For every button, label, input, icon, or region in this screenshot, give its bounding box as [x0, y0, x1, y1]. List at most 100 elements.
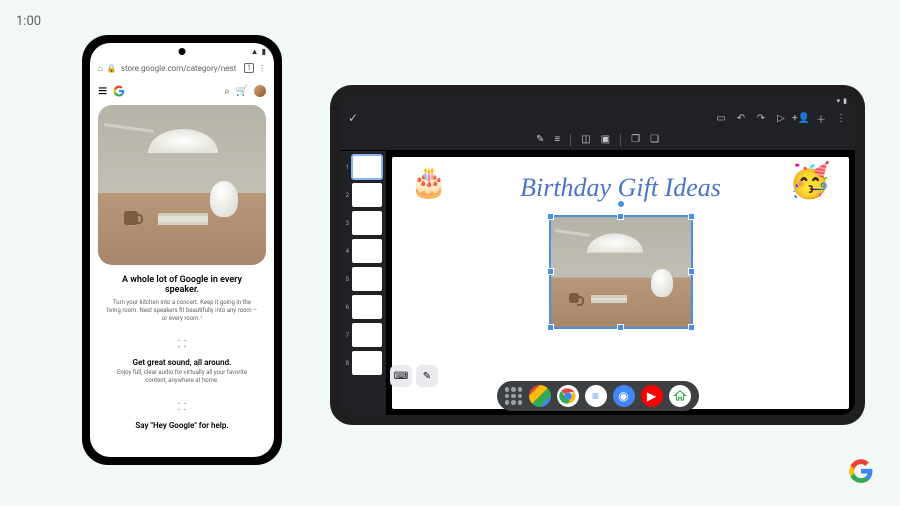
toolbar-separator — [620, 134, 621, 146]
rotate-handle[interactable] — [618, 201, 624, 207]
google-logo-icon — [113, 85, 125, 97]
taskbar-app-youtube[interactable]: ▶ — [641, 385, 663, 407]
slide-thumbnail[interactable]: 6 — [344, 295, 382, 319]
product-subheading-1: Get great sound, all around. — [133, 356, 232, 369]
presentation-clock: 1:00 — [16, 14, 41, 29]
resize-handle-se[interactable] — [688, 324, 695, 331]
app-drawer-icon[interactable] — [505, 387, 523, 405]
product-paragraph-1: Turn your kitchen into a concert. Keep i… — [98, 299, 266, 330]
wifi-icon: ▾ — [837, 97, 841, 105]
taskbar-app-camera[interactable]: ◉ — [613, 385, 635, 407]
home-icon[interactable]: ⌂ — [98, 64, 103, 73]
slides-edit-toolbar: ✎ ≡ ◫ ▣ ❐ ❏ — [340, 129, 855, 151]
cart-icon[interactable]: 🛒 — [236, 86, 248, 97]
cast-icon[interactable]: ▭ — [715, 113, 727, 124]
slide-thumbnail-number: 7 — [344, 332, 349, 339]
slide-thumbnail[interactable]: 3 — [344, 211, 382, 235]
phone-device-frame: ▲ ▮ ⌂ 🔒 store.google.com/category/nest 1… — [82, 35, 282, 465]
undo-icon[interactable]: ↶ — [735, 113, 747, 124]
crop-icon[interactable]: ◫ — [581, 134, 590, 145]
resize-handle-w[interactable] — [547, 268, 554, 275]
resize-handle-ne[interactable] — [688, 213, 695, 220]
divider-icon: ⸬ — [178, 336, 186, 350]
phone-camera-punchhole — [179, 48, 186, 55]
url-text: store.google.com/category/nest — [121, 64, 240, 73]
slide-thumbnail-preview[interactable] — [352, 295, 382, 319]
product-subheading-2: Say "Hey Google" for help. — [135, 419, 228, 432]
slide-thumbnail-number: 5 — [344, 276, 349, 283]
present-icon[interactable]: ▷ — [775, 113, 787, 124]
store-menu-icon[interactable]: ≡ — [98, 81, 107, 101]
product-paragraph-2: Enjoy full, clear audio for virtually al… — [98, 369, 266, 393]
slide-thumbnail[interactable]: 5 — [344, 267, 382, 291]
slide-thumbnail[interactable]: 8 — [344, 351, 382, 375]
taskbar-app-chrome[interactable] — [557, 385, 579, 407]
slide-thumbnail-preview[interactable] — [352, 183, 382, 207]
slide-thumbnail-number: 2 — [344, 192, 349, 199]
slides-app-bar: ✓ ▭ ↶ ↷ ▷ +👤 ＋ ⋮ — [340, 107, 855, 129]
taskbar-app-gmail[interactable] — [529, 385, 551, 407]
slide-title-text[interactable]: Birthday Gift Ideas — [392, 173, 849, 203]
signal-icon: ▮ — [262, 47, 266, 56]
lock-icon: 🔒 — [107, 64, 117, 73]
slide-thumbnail-preview[interactable] — [352, 267, 382, 291]
slide-thumbnail[interactable]: 7 — [344, 323, 382, 347]
resize-handle-nw[interactable] — [547, 213, 554, 220]
slide-thumbnail[interactable]: 1 — [344, 155, 382, 179]
store-page-content: A whole lot of Google in every speaker. … — [90, 105, 274, 457]
browser-menu-icon[interactable]: ⋮ — [258, 64, 266, 73]
slide-thumbnail-number: 8 — [344, 360, 349, 367]
edit-pencil-icon[interactable]: ✎ — [536, 134, 544, 145]
google-logo-watermark — [848, 458, 874, 484]
product-heading: A whole lot of Google in every speaker. — [98, 275, 266, 299]
browser-address-bar[interactable]: ⌂ 🔒 store.google.com/category/nest 1 ⋮ — [90, 59, 274, 77]
tablet-device-frame: ▾ ▮ ✓ ▭ ↶ ↷ ▷ +👤 ＋ ⋮ ✎ ≡ ◫ ▣ ❐ ❏ — [330, 85, 865, 425]
slide-thumbnail[interactable]: 2 — [344, 183, 382, 207]
redo-icon[interactable]: ↷ — [755, 113, 767, 124]
slide-thumbnail[interactable]: 4 — [344, 239, 382, 263]
image-icon[interactable]: ▣ — [601, 134, 610, 145]
product-hero-image — [98, 105, 266, 265]
divider-icon: ⸬ — [178, 399, 186, 413]
tablet-taskbar: ≡ ◉ ▶ — [497, 381, 699, 411]
slide-thumbnail-preview[interactable] — [352, 211, 382, 235]
done-check-icon[interactable]: ✓ — [348, 111, 358, 125]
slide-thumbnail-preview[interactable] — [352, 239, 382, 263]
tabs-button[interactable]: 1 — [244, 63, 254, 73]
layers-icon[interactable]: ❏ — [650, 134, 659, 145]
add-icon[interactable]: ＋ — [815, 111, 827, 126]
tablet-status-bar: ▾ ▮ — [340, 95, 855, 107]
resize-handle-e[interactable] — [688, 268, 695, 275]
tablet-screen: ▾ ▮ ✓ ▭ ↶ ↷ ▷ +👤 ＋ ⋮ ✎ ≡ ◫ ▣ ❐ ❏ — [340, 95, 855, 415]
slide-thumbnail-rail[interactable]: 1 2 3 4 5 6 7 8 — [340, 151, 386, 415]
resize-handle-n[interactable] — [617, 213, 624, 220]
copy-icon[interactable]: ❐ — [631, 134, 640, 145]
resize-handle-sw[interactable] — [547, 324, 554, 331]
battery-icon: ▮ — [843, 97, 847, 105]
list-icon[interactable]: ≡ — [554, 134, 560, 145]
slide-canvas[interactable]: 🎂 🥳 Birthday Gift Ideas — [392, 157, 849, 409]
slide-thumbnail-number: 6 — [344, 304, 349, 311]
slide-thumbnail-preview[interactable] — [352, 155, 382, 179]
taskbar-app-home[interactable] — [669, 385, 691, 407]
text-tool-pill[interactable]: ⌨ — [390, 365, 412, 387]
taskbar-app-docs[interactable]: ≡ — [585, 385, 607, 407]
slide-thumbnail-preview[interactable] — [352, 323, 382, 347]
search-icon[interactable]: ⌕ — [224, 86, 230, 97]
store-header: ≡ ⌕ 🛒 — [90, 77, 274, 105]
wifi-icon: ▲ — [251, 47, 259, 56]
toolbar-separator — [570, 134, 571, 146]
selected-inserted-image[interactable] — [551, 217, 691, 327]
slide-thumbnail-preview[interactable] — [352, 351, 382, 375]
slide-thumbnail-number: 3 — [344, 220, 349, 227]
floating-tool-pills: ⌨ ✎ — [390, 365, 438, 387]
overflow-menu-icon[interactable]: ⋮ — [835, 113, 847, 124]
slide-canvas-area[interactable]: 🎂 🥳 Birthday Gift Ideas — [386, 151, 855, 415]
account-avatar[interactable] — [254, 85, 266, 97]
draw-tool-pill[interactable]: ✎ — [416, 365, 438, 387]
resize-handle-s[interactable] — [617, 324, 624, 331]
slide-thumbnail-number: 1 — [344, 164, 349, 171]
share-add-person-icon[interactable]: +👤 — [795, 113, 807, 124]
slide-thumbnail-number: 4 — [344, 248, 349, 255]
phone-screen: ▲ ▮ ⌂ 🔒 store.google.com/category/nest 1… — [90, 43, 274, 457]
